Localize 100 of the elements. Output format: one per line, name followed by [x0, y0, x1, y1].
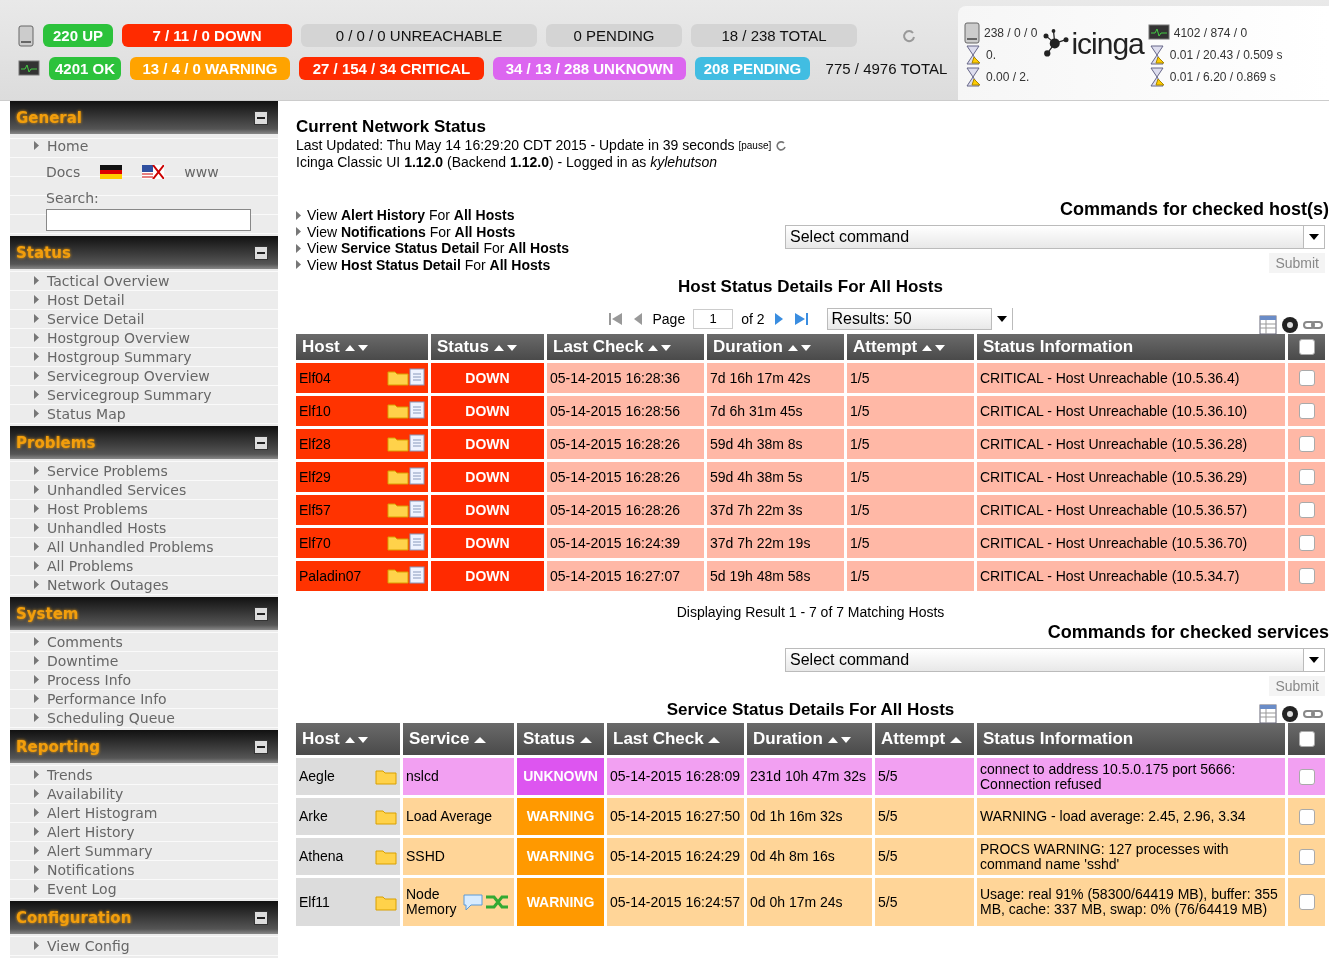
document-icon[interactable]: [409, 532, 425, 551]
column-header[interactable]: Last Check: [547, 334, 704, 360]
column-header[interactable]: Status Information: [977, 334, 1285, 360]
collapse-icon[interactable]: [254, 739, 268, 754]
command-select[interactable]: Select command: [785, 225, 1325, 249]
status-count-badge[interactable]: 7 / 11 / 0 DOWN: [122, 24, 292, 47]
row-checkbox[interactable]: [1298, 848, 1315, 865]
row-checkbox[interactable]: [1298, 502, 1315, 518]
sidebar-item[interactable]: All Unhandled Problems: [10, 537, 278, 556]
flapping-icon[interactable]: [485, 893, 511, 911]
select-all-checkbox[interactable]: [1298, 731, 1315, 747]
host-cell[interactable]: Aegle: [296, 758, 400, 795]
document-icon[interactable]: [409, 565, 425, 584]
sidebar-item[interactable]: Alert Summary: [10, 841, 278, 860]
host-cell[interactable]: Elf28: [296, 429, 428, 459]
sidebar-item[interactable]: Event Log: [10, 879, 278, 898]
sidebar-item[interactable]: Unhandled Hosts: [10, 518, 278, 537]
service-cell[interactable]: nslcd: [403, 758, 514, 795]
sort-icon[interactable]: [949, 736, 962, 744]
submit-button[interactable]: Submit: [1269, 676, 1325, 696]
spreadsheet-icon[interactable]: [1259, 704, 1277, 724]
sidebar-item[interactable]: Alert History: [10, 822, 278, 841]
row-checkbox[interactable]: [1298, 403, 1315, 419]
folder-icon[interactable]: [387, 401, 409, 419]
row-checkbox[interactable]: [1298, 469, 1315, 485]
row-checkbox[interactable]: [1298, 768, 1315, 785]
command-select[interactable]: Select command: [785, 648, 1325, 672]
column-header[interactable]: Service: [403, 723, 514, 755]
status-count-badge[interactable]: 27 / 154 / 34 CRITICAL: [299, 57, 484, 80]
row-checkbox[interactable]: [1298, 808, 1315, 825]
column-header[interactable]: Status: [517, 723, 604, 755]
column-header[interactable]: Duration: [747, 723, 872, 755]
page-field[interactable]: 1: [693, 309, 734, 329]
search-field[interactable]: [46, 209, 251, 231]
document-icon[interactable]: [409, 433, 425, 452]
collapse-icon[interactable]: [254, 110, 268, 125]
sidebar-header[interactable]: General: [10, 101, 278, 134]
sort-icon[interactable]: [579, 736, 592, 744]
sort-icon[interactable]: [921, 344, 946, 352]
sidebar-item[interactable]: Servicegroup Summary: [10, 385, 278, 404]
sidebar-item[interactable]: Notifications: [10, 860, 278, 879]
collapse-icon[interactable]: [254, 606, 268, 621]
sidebar-item[interactable]: Performance Info: [10, 689, 278, 708]
folder-icon[interactable]: [387, 500, 409, 518]
refresh-icon[interactable]: [902, 28, 916, 43]
sort-icon[interactable]: [474, 736, 487, 744]
sidebar-header[interactable]: Problems: [10, 426, 278, 459]
sidebar-item[interactable]: Network Outages: [10, 575, 278, 594]
first-page-icon[interactable]: [608, 311, 623, 327]
row-checkbox[interactable]: [1298, 535, 1315, 551]
select-all-checkbox[interactable]: [1298, 339, 1315, 355]
sidebar-item[interactable]: Host Problems: [10, 499, 278, 518]
column-header[interactable]: Status Information: [977, 723, 1285, 755]
status-count-badge[interactable]: 34 / 13 / 288 UNKNOWN: [493, 57, 686, 80]
column-header[interactable]: Duration: [707, 334, 844, 360]
sort-icon[interactable]: [344, 736, 369, 744]
circle-icon[interactable]: [1281, 316, 1299, 334]
sidebar-item[interactable]: Service Detail: [10, 309, 278, 328]
document-icon[interactable]: [409, 400, 425, 419]
status-count-badge[interactable]: 775 / 4976 TOTAL: [819, 57, 954, 80]
german-flag-icon[interactable]: [100, 165, 123, 179]
flag-icon[interactable]: [142, 165, 165, 179]
sidebar-item[interactable]: Host Detail: [10, 290, 278, 309]
row-checkbox[interactable]: [1298, 568, 1315, 584]
comment-icon[interactable]: [462, 893, 484, 911]
host-cell[interactable]: Elf70: [296, 528, 428, 558]
row-checkbox[interactable]: [1298, 894, 1315, 910]
view-link[interactable]: View Alert History For All Hosts: [296, 207, 569, 224]
sidebar-item[interactable]: Downtime: [10, 651, 278, 670]
submit-button[interactable]: Submit: [1269, 253, 1325, 273]
sidebar-item[interactable]: Tactical Overview: [10, 271, 278, 290]
folder-icon[interactable]: [387, 368, 409, 386]
www-link[interactable]: www: [184, 164, 219, 180]
sidebar-item[interactable]: Hostgroup Overview: [10, 328, 278, 347]
folder-icon[interactable]: [387, 566, 409, 584]
sidebar-header[interactable]: System: [10, 597, 278, 630]
sort-icon[interactable]: [708, 736, 721, 744]
service-cell[interactable]: Load Average: [403, 798, 514, 835]
circle-icon[interactable]: [1281, 705, 1299, 723]
host-cell[interactable]: Arke: [296, 798, 400, 835]
sidebar-item[interactable]: All Problems: [10, 556, 278, 575]
column-header[interactable]: Last Check: [607, 723, 744, 755]
sidebar-item[interactable]: Comments: [10, 632, 278, 651]
sort-icon[interactable]: [344, 344, 369, 352]
row-checkbox[interactable]: [1298, 436, 1315, 452]
row-checkbox[interactable]: [1298, 370, 1315, 386]
service-cell[interactable]: SSHD: [403, 838, 514, 875]
status-count-badge[interactable]: 0 PENDING: [546, 24, 682, 47]
host-cell[interactable]: Elf57: [296, 495, 428, 525]
sidebar-item[interactable]: Process Info: [10, 670, 278, 689]
sidebar-item[interactable]: Servicegroup Overview: [10, 366, 278, 385]
host-cell[interactable]: Paladin07: [296, 561, 428, 591]
host-cell[interactable]: Elf10: [296, 396, 428, 426]
view-link[interactable]: View Host Status Detail For All Hosts: [296, 256, 569, 273]
sidebar-item[interactable]: Service Problems: [10, 461, 278, 480]
sidebar-item[interactable]: Scheduling Queue: [10, 708, 278, 727]
refresh-icon[interactable]: [775, 139, 788, 152]
sidebar-header[interactable]: Status: [10, 236, 278, 269]
host-cell[interactable]: Elf04: [296, 363, 428, 393]
sidebar-item[interactable]: View Config: [10, 936, 278, 955]
